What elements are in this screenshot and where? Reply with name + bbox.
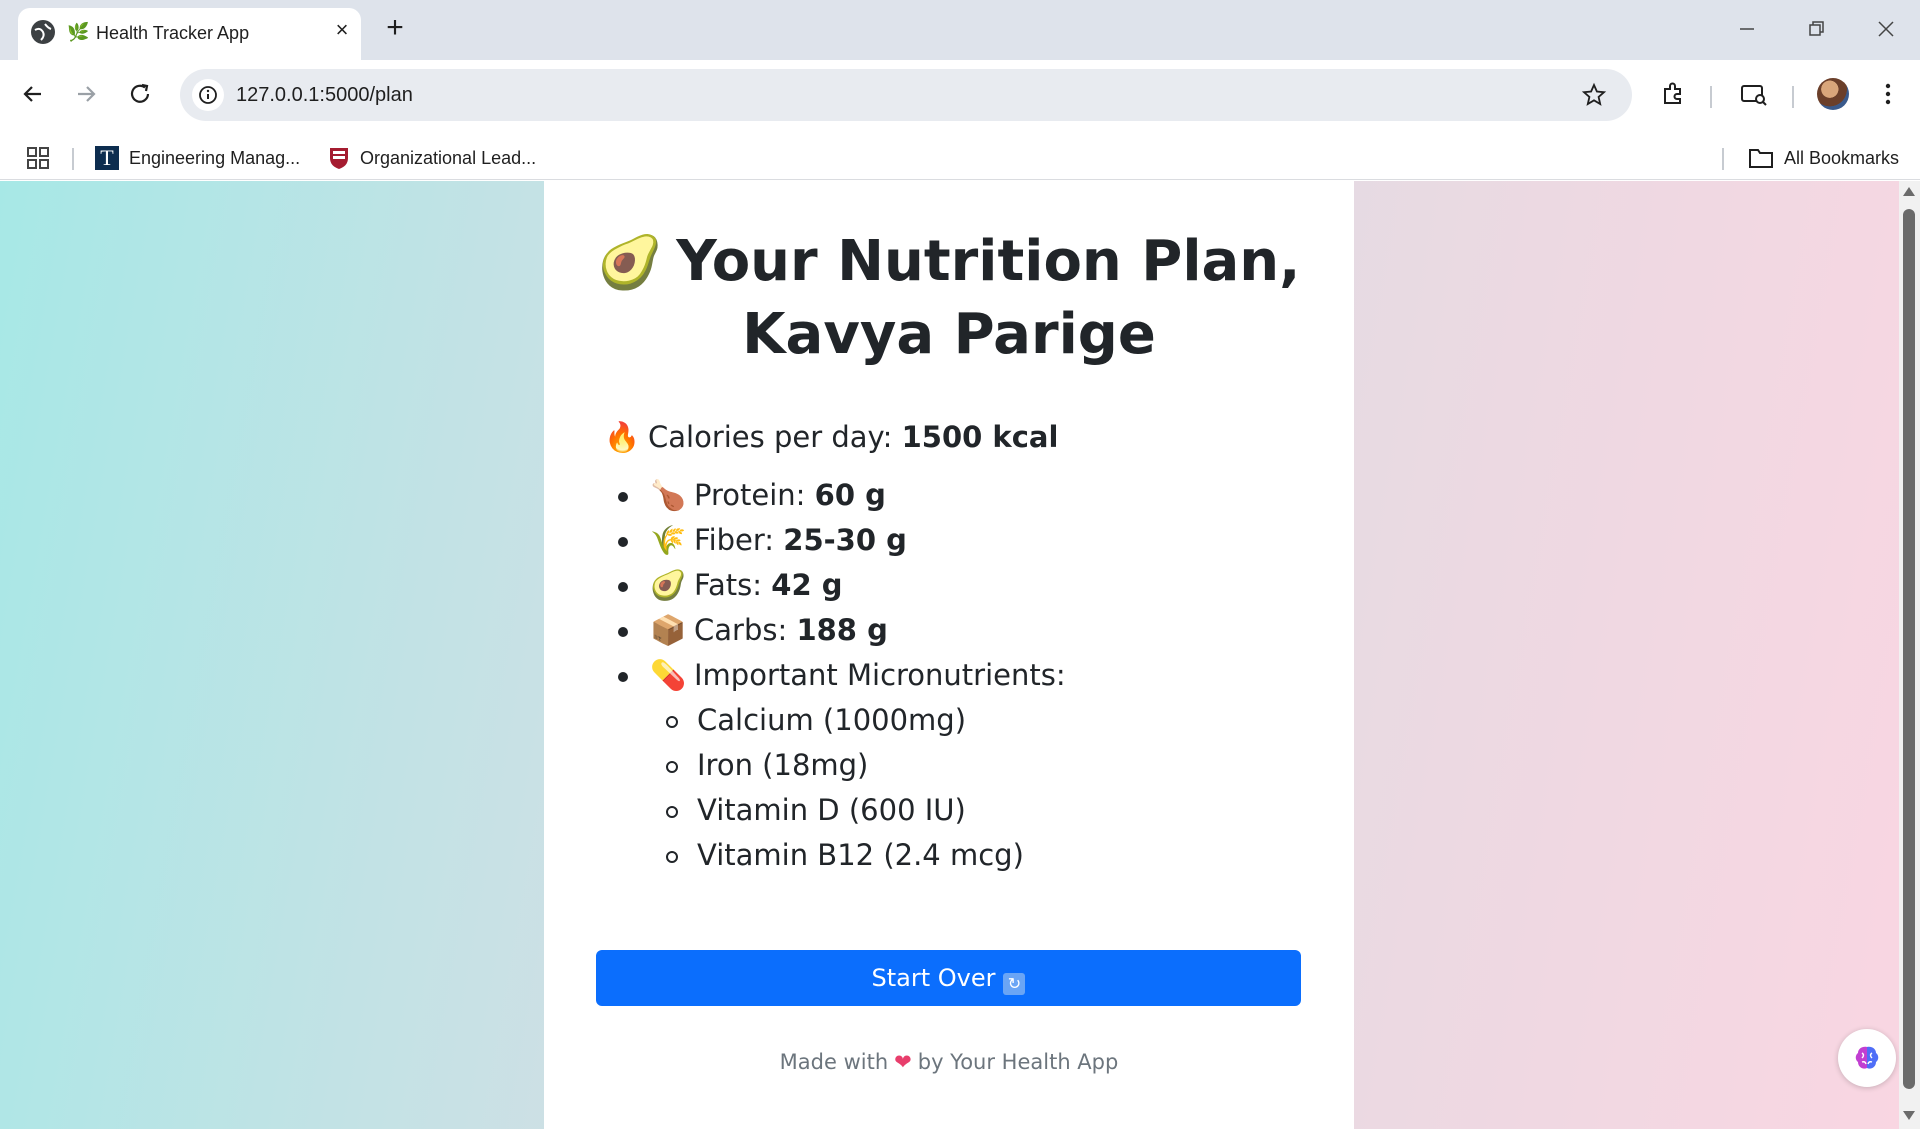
micronutrient-text: Vitamin B12 (2.4 mcg): [697, 838, 1024, 872]
bookmarks-divider: [72, 148, 74, 170]
calories-line: 🔥 Calories per day: 1500 kcal: [604, 417, 1058, 457]
page-viewport: 🥑 Your Nutrition Plan, Kavya Parige 🔥 Calo…: [0, 181, 1899, 1129]
all-bookmarks[interactable]: All Bookmarks: [1748, 136, 1899, 180]
bullet: [618, 537, 628, 547]
minimize-button[interactable]: [1732, 14, 1762, 44]
nutrition-card: 🥑 Your Nutrition Plan, Kavya Parige 🔥 Calo…: [544, 181, 1354, 1129]
toolbar-divider: [1710, 86, 1712, 108]
folder-icon: [1749, 149, 1773, 168]
heart-icon: ❤: [894, 1050, 912, 1074]
fire-icon: 🔥: [604, 420, 641, 454]
page-title: 🥑 Your Nutrition Plan, Kavya Parige: [544, 226, 1354, 371]
url-text: 127.0.0.1:5000/plan: [236, 84, 413, 106]
menu-dots-icon[interactable]: [1870, 76, 1906, 112]
bookmark-engineering[interactable]: T Engineering Manag...: [95, 136, 300, 180]
tab-strip: 🌿 Health Tracker App × +: [0, 0, 1920, 60]
circle-bullet: [666, 761, 678, 773]
box-icon: 📦: [650, 613, 687, 647]
nutrient-label: Important Micronutrients:: [694, 658, 1066, 692]
footer-text-after: by Your Health App: [917, 1050, 1119, 1074]
drumstick-icon: 🍗: [650, 478, 687, 512]
bullet: [618, 492, 628, 502]
media-cast-icon[interactable]: [1735, 76, 1771, 112]
scrollbar-thumb[interactable]: [1903, 209, 1915, 1089]
browser-toolbar: 127.0.0.1:5000/plan: [0, 60, 1920, 136]
bullet: [618, 627, 628, 637]
close-window-button[interactable]: [1871, 14, 1901, 44]
circle-bullet: [666, 851, 678, 863]
calories-label: Calories per day:: [648, 420, 893, 454]
bookmarks-bar: T Engineering Manag... Organizational Le…: [0, 136, 1920, 180]
address-bar[interactable]: 127.0.0.1:5000/plan: [180, 69, 1632, 121]
profile-avatar[interactable]: [1817, 78, 1849, 110]
start-over-label: Start Over: [871, 964, 996, 992]
all-bookmarks-label: All Bookmarks: [1784, 147, 1900, 168]
brain-icon: [1855, 1046, 1879, 1069]
nutrient-value: 25-30 g: [783, 523, 907, 557]
avocado-icon: 🥑: [597, 233, 663, 293]
vertical-scrollbar[interactable]: [1899, 181, 1920, 1129]
bookmark-star-icon[interactable]: [1580, 81, 1608, 109]
extensions-icon[interactable]: [1656, 76, 1692, 112]
nutrient-value: 188 g: [796, 613, 888, 647]
bookmark-organizational[interactable]: Organizational Lead...: [328, 136, 536, 180]
micronutrient-text: Vitamin D (600 IU): [697, 793, 966, 827]
bookmark-label: Organizational Lead...: [360, 147, 537, 168]
bookmarks-divider: [1722, 148, 1724, 170]
footer-text-before: Made with: [779, 1050, 889, 1074]
bookmark-label: Engineering Manag...: [129, 147, 301, 168]
bullet: [618, 672, 628, 682]
new-tab-button[interactable]: +: [380, 13, 410, 44]
circle-bullet: [666, 806, 678, 818]
reload-button[interactable]: [123, 76, 159, 112]
restore-button[interactable]: [1801, 14, 1831, 44]
nutrient-label: Fiber:: [694, 523, 775, 557]
nutrient-label: Fats:: [694, 568, 763, 602]
bullet: [618, 582, 628, 592]
grain-icon: 🌾: [650, 523, 687, 557]
apps-grid-icon[interactable]: [26, 136, 50, 180]
tab-favicon: 🌿: [67, 22, 90, 42]
tab-health-tracker[interactable]: 🌿 Health Tracker App ×: [18, 8, 361, 60]
scroll-up-arrow-icon[interactable]: [1903, 187, 1915, 196]
micronutrient-text: Iron (18mg): [697, 748, 869, 782]
nutrient-value: 42 g: [771, 568, 843, 602]
back-button[interactable]: [15, 76, 51, 112]
globe-icon: [31, 20, 55, 44]
bookmark-t-icon: T: [95, 146, 119, 170]
nutrient-value: 60 g: [814, 478, 886, 512]
page-title-text: Your Nutrition Plan, Kavya Parige: [676, 229, 1301, 367]
scroll-down-arrow-icon[interactable]: [1903, 1111, 1915, 1120]
tab-title: Health Tracker App: [96, 23, 250, 43]
shield-icon: [328, 146, 350, 170]
calories-value: 1500 kcal: [901, 420, 1059, 454]
close-tab-icon[interactable]: ×: [330, 18, 354, 42]
micronutrient-text: Calcium (1000mg): [697, 703, 967, 737]
toolbar-divider: [1792, 86, 1794, 108]
start-over-button[interactable]: Start Over ↻: [596, 950, 1301, 1006]
footer: Made with ❤ by Your Health App: [544, 1047, 1354, 1077]
refresh-icon: ↻: [1003, 973, 1026, 995]
nutrient-label: Carbs:: [694, 613, 788, 647]
pill-icon: 💊: [650, 658, 687, 692]
avocado-icon: 🥑: [650, 568, 687, 602]
circle-bullet: [666, 716, 678, 728]
forward-button[interactable]: [68, 76, 104, 112]
brain-extension-button[interactable]: [1838, 1029, 1896, 1087]
nutrient-label: Protein:: [694, 478, 806, 512]
site-info-icon[interactable]: [192, 79, 224, 111]
